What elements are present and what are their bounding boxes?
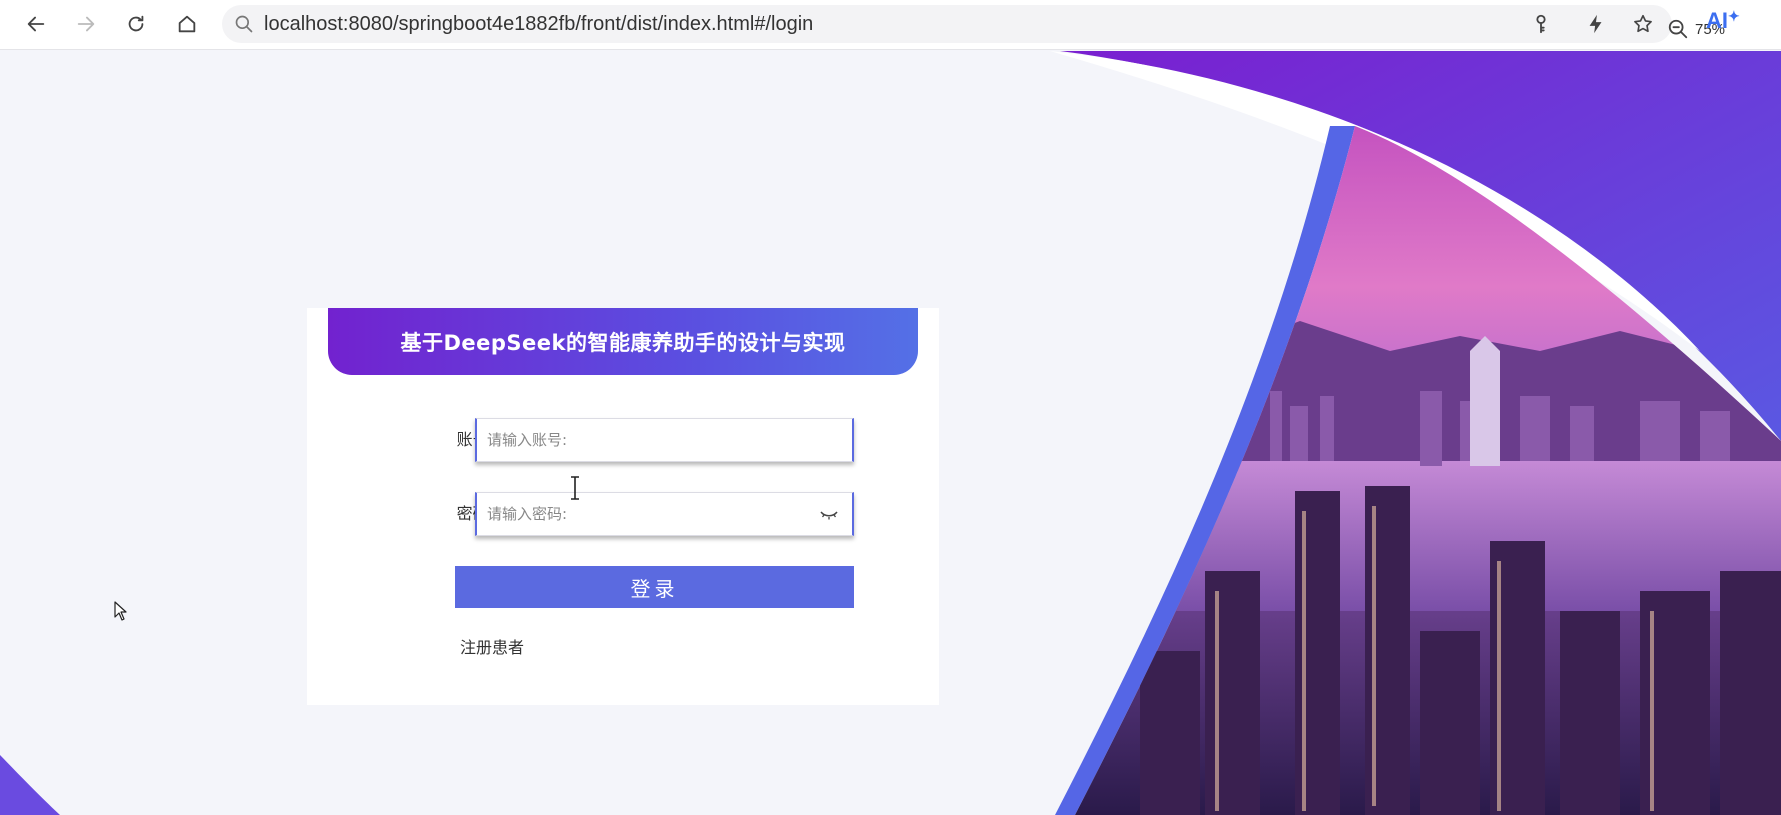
star-icon	[1634, 14, 1652, 33]
account-input-wrapper	[475, 418, 854, 462]
mouse-pointer-icon	[114, 601, 127, 621]
corner-decoration	[0, 755, 60, 815]
password-input-wrapper	[475, 492, 854, 536]
key-button[interactable]	[1527, 10, 1555, 38]
search-icon	[235, 15, 253, 33]
back-arrow-icon	[27, 16, 45, 32]
login-header: 基于DeepSeek的智能康养助手的设计与实现	[328, 308, 918, 375]
home-icon	[178, 15, 196, 33]
eye-closed-icon[interactable]	[820, 507, 838, 521]
login-card: 基于DeepSeek的智能康养助手的设计与实现 账号: 密码: 登录 注册患者	[307, 308, 939, 705]
login-button[interactable]: 登录	[455, 566, 854, 608]
url-text[interactable]: localhost:8080/springboot4e1882fb/front/…	[264, 5, 813, 43]
account-input[interactable]	[477, 419, 852, 461]
home-button[interactable]	[173, 10, 201, 38]
reload-icon	[128, 15, 144, 32]
lightning-icon	[1589, 14, 1602, 34]
reload-button[interactable]	[122, 10, 150, 38]
back-button[interactable]	[22, 10, 50, 38]
ai-label: AI	[1706, 8, 1728, 33]
password-row: 密码:	[307, 492, 939, 536]
ai-button[interactable]: AI✦	[1706, 8, 1740, 34]
account-row: 账号:	[307, 418, 939, 462]
bookmark-button[interactable]	[1629, 10, 1657, 38]
password-input[interactable]	[477, 493, 852, 535]
address-bar[interactable]: localhost:8080/springboot4e1882fb/front/…	[222, 5, 1725, 43]
text-cursor-icon	[571, 476, 579, 500]
forward-button[interactable]	[72, 10, 100, 38]
login-page: 基于DeepSeek的智能康养助手的设计与实现 账号: 密码: 登录 注册患者	[0, 51, 1781, 815]
forward-arrow-icon	[77, 16, 95, 32]
browser-toolbar: localhost:8080/springboot4e1882fb/front/…	[0, 0, 1781, 50]
zoom-out-icon	[1668, 19, 1688, 39]
register-patient-link[interactable]: 注册患者	[460, 634, 524, 658]
page-title: 基于DeepSeek的智能康养助手的设计与实现	[400, 330, 846, 355]
lightning-button[interactable]	[1582, 10, 1610, 38]
key-icon	[1536, 14, 1546, 34]
